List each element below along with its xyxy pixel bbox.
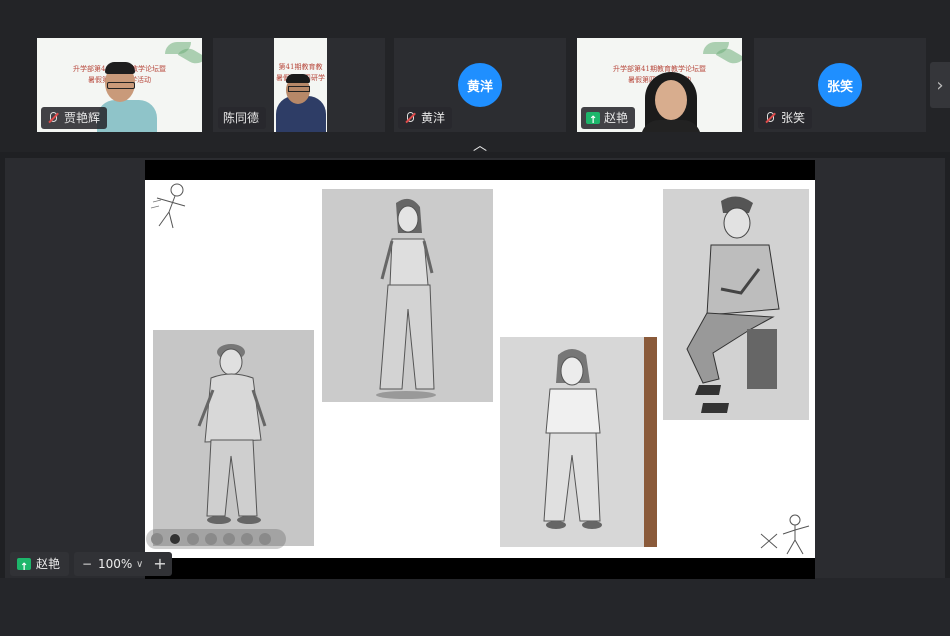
participant-name: 黄洋	[421, 111, 446, 125]
screen-share-icon	[586, 110, 600, 132]
participant-strip: 升学部第41期教育教学论坛暨 暑假第四周研学活动 贾艳辉 第41期教育教 暑假第…	[0, 0, 950, 154]
screenshot-icon[interactable]	[205, 533, 217, 545]
pen-icon[interactable]	[187, 533, 199, 545]
participant-name: 陈同德	[223, 111, 260, 125]
camera-icon[interactable]	[223, 533, 235, 545]
presenter-label: 赵艳	[10, 552, 70, 580]
slide-title: 第41期教育教	[278, 63, 323, 71]
zoom-out-button[interactable]: −	[80, 552, 94, 576]
participant-tile[interactable]: 升学部第41期教育教学论坛暨 暑假第四周研学活动 赵艳	[577, 38, 742, 132]
zoom-level: 100%	[98, 557, 133, 571]
chevron-right-icon[interactable]: ›	[930, 62, 950, 108]
participant-tile[interactable]: 升学部第41期教育教学论坛暨 暑假第四周研学活动 贾艳辉	[37, 38, 202, 132]
participant-tile[interactable]: 第41期教育教 暑假第四周研学 陈同德	[213, 38, 385, 132]
participant-name: 赵艳	[604, 111, 629, 125]
participant-avatar: 黄洋	[458, 63, 502, 107]
participant-name-tag: 张笑	[758, 107, 813, 129]
zoom-in-button[interactable]: +	[152, 552, 168, 576]
laser-icon[interactable]	[169, 533, 181, 545]
participant-tile[interactable]: 黄洋 黄洋	[394, 38, 566, 132]
screen-share-icon	[17, 556, 31, 580]
stick-figure-doodle	[760, 514, 810, 555]
stick-figure-doodle	[150, 183, 186, 229]
annotation-toolbar	[146, 529, 286, 549]
globe-icon[interactable]	[241, 533, 253, 545]
sketch-image	[322, 189, 493, 402]
participant-name-tag: 黄洋	[398, 107, 453, 129]
zoom-dropdown-icon[interactable]: ∨	[136, 553, 143, 577]
pointer-icon[interactable]	[151, 533, 163, 545]
participant-name-tag: 赵艳	[581, 107, 636, 132]
chevron-up-icon[interactable]: ︿	[466, 138, 494, 154]
participant-name-tag: 贾艳辉	[41, 107, 108, 129]
participant-name-tag: 陈同德	[218, 107, 267, 129]
participant-tile[interactable]: 张笑 张笑	[754, 38, 926, 132]
slide-canvas	[145, 180, 815, 558]
shared-slide	[145, 160, 815, 579]
mic-muted-icon	[403, 111, 417, 125]
collapse-toolbar-icon[interactable]	[259, 533, 271, 545]
zoom-control[interactable]: − 100% ∨ +	[74, 552, 172, 576]
sketch-image	[500, 337, 657, 547]
participant-name: 贾艳辉	[64, 111, 101, 125]
participant-name: 张笑	[781, 111, 806, 125]
sketch-image	[153, 330, 314, 546]
participant-avatar: 张笑	[818, 63, 862, 107]
sketch-image	[663, 189, 809, 420]
mic-muted-icon	[763, 111, 777, 125]
presenter-name: 赵艳	[36, 557, 61, 571]
bottom-bar	[0, 578, 950, 636]
mic-muted-icon	[46, 111, 60, 125]
